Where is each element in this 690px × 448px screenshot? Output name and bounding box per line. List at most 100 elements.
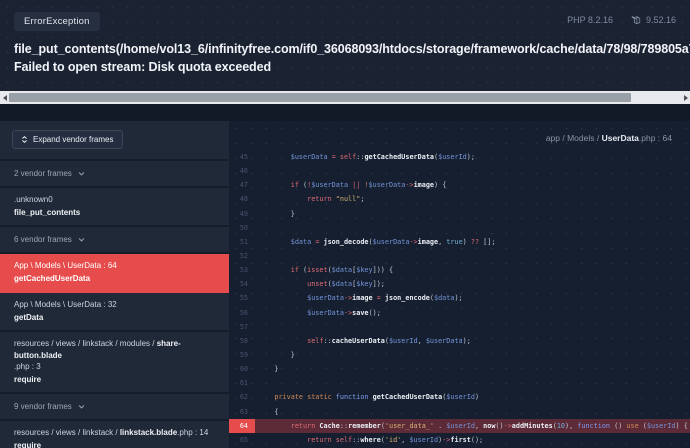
laravel-icon — [631, 15, 641, 25]
stack-frames-list: 2 vendor frames .unknown0file_put_content… — [0, 161, 229, 448]
code-text: self::cacheUserData($userId, $userData); — [255, 334, 471, 348]
code-text — [255, 320, 258, 334]
code-text: $userData = self::getCachedUserData($use… — [255, 150, 475, 164]
code-line: 55 $userData->image = json_encode($data)… — [229, 291, 690, 305]
debug-main-area: Expand vendor frames 2 vendor frames .unk… — [0, 104, 690, 448]
code-text — [255, 164, 258, 178]
vendor-frames-toggle[interactable]: 9 vendor frames — [0, 394, 229, 421]
line-number: 46 — [229, 164, 255, 178]
expand-vendor-frames-button[interactable]: Expand vendor frames — [12, 130, 123, 149]
code-text: } — [255, 207, 295, 221]
code-text: if (!$userData || !$userData->image) { — [255, 178, 446, 192]
line-number: 61 — [229, 376, 255, 390]
runtime-versions: PHP 8.2.16 9.52.16 — [567, 15, 676, 25]
stack-frame[interactable]: .unknown0file_put_contents — [0, 188, 229, 227]
line-number: 53 — [229, 263, 255, 277]
vendor-frames-label: 6 vendor frames — [14, 235, 72, 244]
frame-method-name: require — [14, 440, 215, 448]
line-number: 51 — [229, 235, 255, 249]
line-number: 63 — [229, 405, 255, 419]
code-editor: 45 $userData = self::getCachedUserData($… — [229, 150, 690, 447]
code-line: 50 — [229, 221, 690, 235]
code-text — [255, 221, 258, 235]
code-line: 47 if (!$userData || !$userData->image) … — [229, 178, 690, 192]
line-number: 55 — [229, 291, 255, 305]
frame-method-name: require — [14, 374, 215, 386]
code-line: 63 { — [229, 405, 690, 419]
php-version-label: PHP 8.2.16 — [567, 15, 613, 25]
line-number: 58 — [229, 334, 255, 348]
code-line-highlighted: 64 return Cache::remember('user_data_' .… — [229, 419, 690, 433]
line-number: 56 — [229, 306, 255, 320]
code-line: 57 — [229, 320, 690, 334]
code-line: 62 private static function getCachedUser… — [229, 390, 690, 404]
frame-file-path: resources / views / linkstack / linkstac… — [14, 427, 215, 439]
vendor-frames-label: 9 vendor frames — [14, 402, 72, 411]
code-line: 56 $userData->save(); — [229, 306, 690, 320]
error-message-line1: file_put_contents(/home/vol13_6/infinity… — [14, 40, 690, 58]
frame-file-path: .unknown0 — [14, 194, 215, 206]
vendor-frames-label: 2 vendor frames — [14, 169, 72, 178]
frame-file-path: App \ Models \ UserData : 32 — [14, 299, 215, 311]
frame-method-name: getData — [14, 312, 215, 324]
scrollbar-track[interactable] — [9, 91, 681, 104]
line-number: 47 — [229, 178, 255, 192]
frame-file-path: .php : 3 — [14, 361, 215, 373]
horizontal-scrollbar[interactable] — [0, 91, 690, 104]
line-number: 59 — [229, 348, 255, 362]
chevron-down-icon — [78, 170, 85, 177]
line-number: 52 — [229, 249, 255, 263]
scroll-right-arrow-icon[interactable] — [681, 91, 690, 104]
code-text: return "null"; — [255, 192, 364, 206]
line-number: 45 — [229, 150, 255, 164]
code-line: 61 — [229, 376, 690, 390]
code-line: 54 unset($data[$key]); — [229, 277, 690, 291]
exception-class-badge: ErrorException — [14, 12, 100, 31]
stack-frame[interactable]: resources / views / linkstack / linkstac… — [0, 421, 229, 448]
code-text — [255, 249, 258, 263]
frame-file-path: resources / views / linkstack / modules … — [14, 338, 215, 361]
code-file-breadcrumb: app / Models / UserData.php : 64 — [229, 121, 690, 150]
unfold-vertical-icon — [21, 136, 28, 143]
code-text: unset($data[$key]); — [255, 277, 385, 291]
code-line: 65 return self::where('id', $userId)->fi… — [229, 433, 690, 447]
vendor-frames-toggle[interactable]: 2 vendor frames — [0, 161, 229, 188]
code-line: 51 $data = json_decode($userData->image,… — [229, 235, 690, 249]
scrollbar-thumb[interactable] — [9, 93, 631, 102]
code-line: 58 self::cacheUserData($userId, $userDat… — [229, 334, 690, 348]
code-line: 49 } — [229, 207, 690, 221]
stack-frame[interactable]: App \ Models \ UserData : 32getData — [0, 293, 229, 332]
code-line: 48 return "null"; — [229, 192, 690, 206]
stack-frame[interactable]: resources / views / linkstack / modules … — [0, 332, 229, 394]
code-line: 59 } — [229, 348, 690, 362]
code-line: 45 $userData = self::getCachedUserData($… — [229, 150, 690, 164]
stack-frame-active[interactable]: App \ Models \ UserData : 64getCachedUse… — [0, 254, 229, 293]
line-number: 57 — [229, 320, 255, 334]
sidebar-header: Expand vendor frames — [0, 121, 229, 161]
scroll-left-arrow-icon[interactable] — [0, 91, 9, 104]
code-text: if (isset($data[$key])) { — [255, 263, 393, 277]
line-number: 50 — [229, 221, 255, 235]
line-number: 54 — [229, 277, 255, 291]
code-text: { — [255, 405, 278, 419]
code-line: 60 } — [229, 362, 690, 376]
stack-trace-sidebar: Expand vendor frames 2 vendor frames .unk… — [0, 121, 229, 448]
code-line: 46 — [229, 164, 690, 178]
error-header: ErrorException PHP 8.2.16 9.52.16 file_p… — [0, 0, 690, 91]
line-number: 48 — [229, 192, 255, 206]
code-text: private static function getCachedUserDat… — [255, 390, 479, 404]
code-snippet-pane: app / Models / UserData.php : 64 45 $use… — [229, 121, 690, 448]
line-number: 64 — [229, 419, 255, 433]
code-line: 52 — [229, 249, 690, 263]
expand-vendor-frames-label: Expand vendor frames — [33, 135, 114, 144]
line-number: 62 — [229, 390, 255, 404]
vendor-frames-toggle[interactable]: 6 vendor frames — [0, 227, 229, 254]
frame-method-name: file_put_contents — [14, 207, 215, 219]
chevron-down-icon — [78, 403, 85, 410]
chevron-down-icon — [78, 236, 85, 243]
code-text: return Cache::remember('user_data_' . $u… — [255, 419, 688, 433]
code-text: } — [255, 362, 278, 376]
frame-method-name: getCachedUserData — [14, 273, 215, 285]
code-text — [255, 376, 258, 390]
line-number: 49 — [229, 207, 255, 221]
